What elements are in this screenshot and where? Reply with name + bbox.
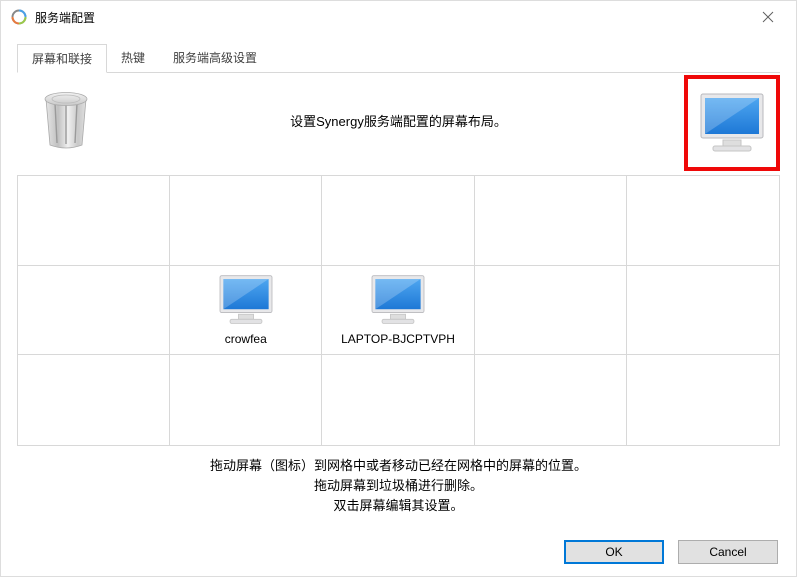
close-button[interactable] (744, 1, 792, 33)
button-bar: OK Cancel (564, 540, 778, 564)
grid-cell-screen-b[interactable]: LAPTOP-BJCPTVPH (322, 266, 474, 356)
grid-cell[interactable] (475, 266, 627, 356)
grid-cell[interactable] (322, 176, 474, 266)
server-config-window: 服务端配置 屏幕和联接 热键 服务端高级设置 (0, 0, 797, 577)
help-text: 拖动屏幕（图标）到网格中或者移动已经在网格中的屏幕的位置。 拖动屏幕到垃圾桶进行… (17, 456, 780, 516)
grid-cell[interactable] (170, 355, 322, 445)
grid-cell[interactable] (627, 355, 779, 445)
titlebar[interactable]: 服务端配置 (1, 1, 796, 33)
help-line-1: 拖动屏幕（图标）到网格中或者移动已经在网格中的屏幕的位置。 (17, 456, 780, 476)
monitor-icon (370, 274, 426, 326)
help-line-3: 双击屏幕编辑其设置。 (17, 496, 780, 516)
monitor-icon (699, 92, 765, 154)
grid-cell[interactable] (475, 355, 627, 445)
app-icon (11, 9, 27, 25)
grid-cell-screen-a[interactable]: crowfea (170, 266, 322, 356)
screen-label: crowfea (225, 332, 267, 346)
grid-cell[interactable] (170, 176, 322, 266)
close-icon (762, 11, 774, 23)
new-screen-draggable[interactable] (684, 75, 780, 171)
tabs-bar: 屏幕和联接 热键 服务端高级设置 (17, 43, 780, 73)
grid-cell[interactable] (18, 266, 170, 356)
tab-hotkeys[interactable]: 热键 (107, 44, 159, 73)
tab-screens-and-links[interactable]: 屏幕和联接 (17, 44, 107, 73)
help-line-2: 拖动屏幕到垃圾桶进行删除。 (17, 476, 780, 496)
tab-advanced-server-settings[interactable]: 服务端高级设置 (159, 44, 271, 73)
grid-cell[interactable] (627, 266, 779, 356)
cancel-button[interactable]: Cancel (678, 540, 778, 564)
screen-layout-grid[interactable]: crowfea LAPTOP-BJCPTVPH (17, 175, 780, 446)
grid-cell[interactable] (18, 176, 170, 266)
monitor-icon (218, 274, 274, 326)
tab-content: 设置Synergy服务端配置的屏幕布局。 (1, 75, 796, 526)
header-instruction: 设置Synergy服务端配置的屏幕布局。 (17, 111, 780, 130)
grid-cell[interactable] (322, 355, 474, 445)
header-area: 设置Synergy服务端配置的屏幕布局。 (17, 75, 780, 175)
ok-button[interactable]: OK (564, 540, 664, 564)
grid-cell[interactable] (627, 176, 779, 266)
grid-cell[interactable] (18, 355, 170, 445)
grid-cell[interactable] (475, 176, 627, 266)
screen-label: LAPTOP-BJCPTVPH (341, 332, 455, 346)
window-title: 服务端配置 (35, 9, 744, 26)
